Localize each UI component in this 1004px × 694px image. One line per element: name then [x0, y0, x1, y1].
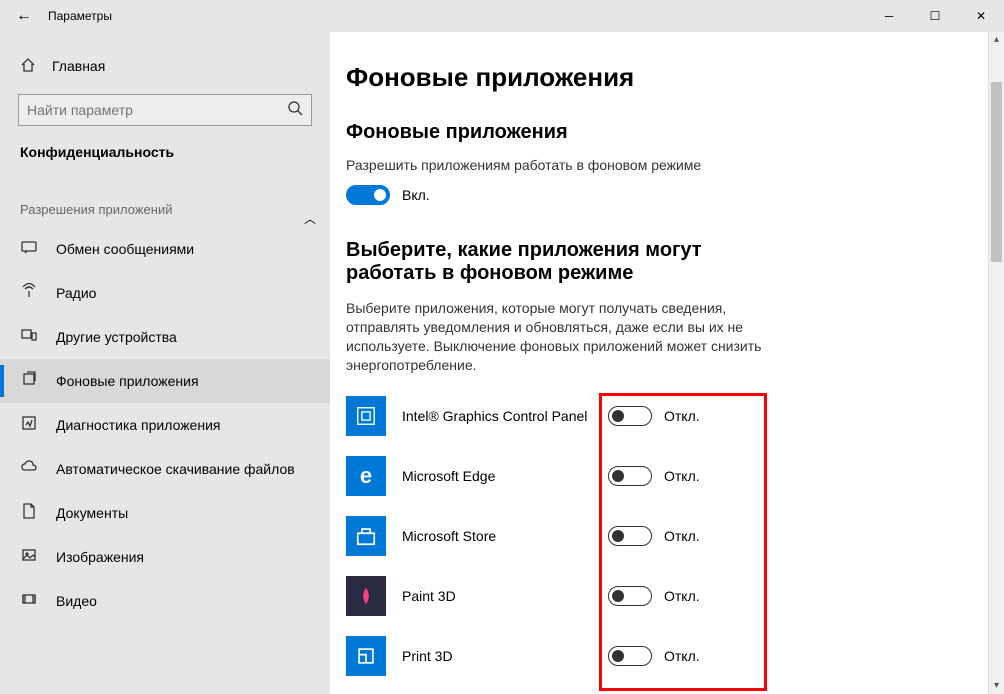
title-bar: ← Параметры ─ ☐ ✕: [0, 0, 1004, 32]
intel-graphics-icon: [346, 396, 386, 436]
search-icon: [287, 100, 303, 121]
app-toggle-label: Откл.: [664, 408, 700, 424]
content-area: Фоновые приложения Фоновые приложения Ра…: [330, 32, 1004, 694]
page-title: Фоновые приложения: [346, 62, 1004, 93]
edge-icon: e: [346, 456, 386, 496]
diagnostics-icon: [20, 415, 38, 435]
app-toggle-label: Откл.: [664, 528, 700, 544]
app-list: Intel® Graphics Control Panel Откл. e Mi…: [346, 386, 1004, 686]
app-toggle-label: Откл.: [664, 588, 700, 604]
collapse-chevron-icon[interactable]: ︿: [304, 210, 316, 227]
app-row-print3d: Print 3D Откл.: [346, 626, 1004, 686]
sidebar-item-label: Фоновые приложения: [56, 373, 199, 389]
app-name: Microsoft Edge: [402, 468, 608, 484]
sidebar-item-label: Документы: [56, 505, 128, 521]
sidebar-item-auto-downloads[interactable]: Автоматическое скачивание файлов: [0, 447, 330, 491]
choose-apps-description: Выберите приложения, которые могут получ…: [346, 299, 766, 375]
sidebar-item-label: Диагностика приложения: [56, 417, 220, 433]
app-row-intel-graphics: Intel® Graphics Control Panel Откл.: [346, 386, 1004, 446]
choose-apps-title: Выберите, какие приложения могут работат…: [346, 239, 776, 285]
master-toggle[interactable]: [346, 185, 390, 205]
minimize-button[interactable]: ─: [866, 0, 912, 32]
sidebar-item-app-diagnostics[interactable]: Диагностика приложения: [0, 403, 330, 447]
search-input[interactable]: [18, 94, 312, 126]
scroll-down-arrow-icon[interactable]: ▾: [989, 678, 1004, 694]
home-icon: [20, 57, 36, 76]
allow-description: Разрешить приложениям работать в фоновом…: [346, 156, 766, 175]
video-icon: [20, 591, 38, 611]
app-row-store: Microsoft Store Откл.: [346, 506, 1004, 566]
app-name: Print 3D: [402, 648, 608, 664]
sidebar-item-label: Радио: [56, 285, 96, 301]
scroll-thumb[interactable]: [991, 82, 1002, 262]
content-scrollbar[interactable]: ▴ ▾: [988, 32, 1004, 694]
close-button[interactable]: ✕: [958, 0, 1004, 32]
sidebar-item-other-devices[interactable]: Другие устройства: [0, 315, 330, 359]
app-toggle-label: Откл.: [664, 648, 700, 664]
app-name: Paint 3D: [402, 588, 608, 604]
background-apps-icon: [20, 371, 38, 391]
sidebar-item-background-apps[interactable]: Фоновые приложения: [0, 359, 330, 403]
app-name: Microsoft Store: [402, 528, 608, 544]
home-link[interactable]: Главная: [0, 48, 330, 84]
master-toggle-label: Вкл.: [402, 187, 430, 203]
section-label: Разрешения приложений: [0, 172, 330, 227]
category-title: Конфиденциальность: [0, 144, 330, 172]
app-toggle-paint3d[interactable]: [608, 586, 652, 606]
sidebar-item-label: Изображения: [56, 549, 144, 565]
app-toggle-edge[interactable]: [608, 466, 652, 486]
store-icon: [346, 516, 386, 556]
app-toggle-store[interactable]: [608, 526, 652, 546]
sidebar: Главная Конфиденциальность ︿ Разрешения …: [0, 32, 330, 694]
app-toggle-label: Откл.: [664, 468, 700, 484]
scroll-up-arrow-icon[interactable]: ▴: [989, 32, 1004, 48]
message-icon: [20, 239, 38, 259]
sidebar-item-label: Автоматическое скачивание файлов: [56, 461, 295, 477]
pictures-icon: [20, 547, 38, 567]
maximize-button[interactable]: ☐: [912, 0, 958, 32]
sidebar-item-label: Другие устройства: [56, 329, 177, 345]
sidebar-item-videos[interactable]: Видео: [0, 579, 330, 623]
home-label: Главная: [52, 58, 105, 74]
app-row-paint3d: Paint 3D Откл.: [346, 566, 1004, 626]
search-field[interactable]: [27, 102, 287, 118]
section-subtitle: Фоновые приложения: [346, 121, 1004, 144]
sidebar-item-label: Видео: [56, 593, 97, 609]
app-toggle-intel-graphics[interactable]: [608, 406, 652, 426]
document-icon: [20, 503, 38, 523]
radio-icon: [20, 283, 38, 303]
app-name: Intel® Graphics Control Panel: [402, 408, 608, 424]
app-toggle-print3d[interactable]: [608, 646, 652, 666]
devices-icon: [20, 327, 38, 347]
back-button[interactable]: ←: [0, 7, 48, 25]
window-title: Параметры: [48, 9, 112, 23]
print3d-icon: [346, 636, 386, 676]
sidebar-item-radio[interactable]: Радио: [0, 271, 330, 315]
sidebar-item-messaging[interactable]: Обмен сообщениями: [0, 227, 330, 271]
sidebar-item-pictures[interactable]: Изображения: [0, 535, 330, 579]
cloud-download-icon: [20, 459, 38, 479]
sidebar-item-documents[interactable]: Документы: [0, 491, 330, 535]
sidebar-item-label: Обмен сообщениями: [56, 241, 194, 257]
paint3d-icon: [346, 576, 386, 616]
app-row-edge: e Microsoft Edge Откл.: [346, 446, 1004, 506]
